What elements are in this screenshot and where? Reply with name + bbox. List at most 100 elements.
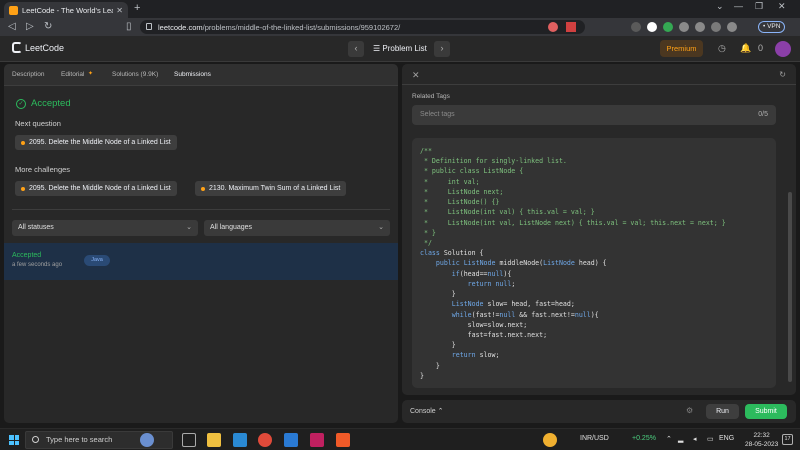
close-window-icon[interactable]: ✕	[778, 1, 786, 12]
code-line: * ListNode(int val, ListNode next) { thi…	[420, 218, 726, 227]
code-line: }	[420, 341, 456, 350]
address-bar[interactable]: leetcode.com/problems/middle-of-the-link…	[140, 20, 585, 34]
windows-start-icon[interactable]	[9, 435, 19, 445]
code-line: slow=slow.next;	[420, 320, 528, 329]
tab-solutions[interactable]: Solutions (9.9K)	[112, 71, 158, 78]
close-icon[interactable]: ✕	[412, 70, 420, 81]
browser-tab[interactable]: LeetCode - The World's Leading O ✕	[4, 2, 128, 18]
tags-select[interactable]: Select tags 0/5	[412, 105, 776, 125]
difficulty-dot-icon	[21, 140, 25, 145]
vpn-button[interactable]: • VPN	[758, 21, 786, 33]
console-label: Console	[410, 408, 436, 415]
code-line: * ListNode next;	[420, 187, 504, 196]
back-icon[interactable]: ◁	[8, 21, 16, 32]
close-tab-icon[interactable]: ✕	[116, 6, 123, 15]
volume-icon[interactable]: ◂	[693, 435, 697, 443]
minimize-icon[interactable]: —	[734, 1, 743, 11]
clock-time: 22:32	[753, 432, 770, 439]
restore-icon[interactable]: ❐	[755, 1, 763, 12]
refresh-icon[interactable]: ↻	[779, 70, 786, 79]
code-line: * int val;	[420, 177, 480, 186]
next-question-chip[interactable]: 2095. Delete the Middle Node of a Linked…	[15, 135, 177, 150]
status-heading: ✓ Accepted	[16, 98, 71, 109]
language-filter-value: All languages	[210, 224, 253, 231]
tray-chevron-icon[interactable]: ⌃	[666, 435, 672, 443]
problem-list-link[interactable]: ☰ Problem List	[373, 44, 427, 53]
reload-icon[interactable]: ↻	[44, 21, 52, 32]
settings-icon[interactable]: ⚙	[686, 406, 693, 415]
vscode-icon[interactable]	[284, 433, 298, 447]
clock-date: 28-05-2023	[745, 441, 779, 448]
code-line: * ListNode(int val) { this.val = val; }	[420, 208, 595, 217]
challenge-title: 2130. Maximum Twin Sum of a Linked List	[209, 185, 341, 192]
prev-problem-button[interactable]: ‹	[348, 41, 364, 57]
right-panel: ✕ ↻ Related Tags Select tags 0/5 /** * D…	[402, 64, 796, 395]
weather-icon[interactable]	[543, 433, 557, 447]
file-explorer-icon[interactable]	[207, 433, 221, 447]
menu-icon[interactable]	[727, 22, 737, 32]
table-row[interactable]: Accepted a few seconds ago Java	[4, 243, 398, 280]
streak-count[interactable]: 0	[758, 43, 763, 53]
tags-placeholder: Select tags	[420, 111, 455, 118]
new-tab-button[interactable]: +	[134, 2, 140, 14]
run-button[interactable]: Run	[706, 404, 739, 419]
brave-shields-icon[interactable]	[548, 22, 558, 32]
chevron-down-icon[interactable]: ⌄	[716, 1, 724, 12]
intellij-icon[interactable]	[310, 433, 324, 447]
clock-icon[interactable]: ◷	[718, 43, 726, 54]
task-view-icon[interactable]	[182, 433, 196, 447]
code-viewer[interactable]: /** * Definition for singly-linked list.…	[412, 138, 776, 388]
network-icon[interactable]: ▂	[678, 435, 683, 443]
battery-icon[interactable]: ▭	[707, 435, 714, 443]
sidebar-icon[interactable]	[695, 22, 705, 32]
language-filter-select[interactable]: All languages ⌄	[204, 220, 390, 236]
code-line: return slow;	[451, 351, 500, 360]
leetcode-favicon-icon	[9, 5, 18, 15]
language-indicator[interactable]: ENG	[719, 435, 734, 442]
divider	[12, 209, 390, 210]
tab-editorial[interactable]: Editorial	[61, 71, 84, 78]
browser-tab-strip: LeetCode - The World's Leading O ✕ + ⌄ —…	[0, 0, 800, 18]
submit-button[interactable]: Submit	[745, 404, 787, 419]
clock[interactable]: 22:32 28-05-2023	[745, 431, 778, 449]
extension-icon[interactable]	[631, 22, 641, 32]
code-line: * Definition for singly-linked list.	[420, 157, 567, 166]
status-filter-select[interactable]: All statuses ⌄	[12, 220, 198, 236]
tab-description[interactable]: Description	[12, 71, 45, 78]
grammarly-icon[interactable]	[663, 22, 673, 32]
bookmark-icon[interactable]: ▯	[126, 21, 132, 32]
code-line: /**	[420, 147, 432, 155]
next-problem-button[interactable]: ›	[434, 41, 450, 57]
notifications-icon[interactable]: 🔔	[740, 43, 751, 54]
chrome-icon[interactable]	[258, 433, 272, 447]
console-toggle[interactable]: Console ⌃	[410, 407, 444, 415]
code-line: }	[420, 361, 440, 370]
tab-submissions[interactable]: Submissions	[174, 71, 211, 78]
lock-icon	[146, 23, 152, 30]
challenge-chip[interactable]: 2130. Maximum Twin Sum of a Linked List	[195, 181, 347, 196]
puzzle-icon[interactable]	[679, 22, 689, 32]
next-question-label: Next question	[15, 119, 61, 128]
code-line: }	[420, 290, 456, 299]
premium-button[interactable]: Premium	[660, 40, 703, 57]
windows-taskbar: Type here to search INR/USD +0.25% ⌃ ▂ ◂…	[0, 428, 800, 450]
leetcode-header: LeetCode ‹ ☰ Problem List › Premium ◷ 🔔 …	[0, 36, 800, 62]
notification-count[interactable]: 17	[782, 434, 793, 445]
forward-icon[interactable]: ▷	[26, 21, 34, 32]
challenge-chip[interactable]: 2095. Delete the Middle Node of a Linked…	[15, 181, 177, 196]
brave-rewards-icon[interactable]	[566, 22, 576, 32]
profile-f-icon[interactable]	[647, 22, 657, 32]
search-highlight-icon[interactable]	[140, 433, 154, 447]
scrollbar[interactable]	[788, 192, 792, 382]
tags-count: 0/5	[758, 111, 768, 118]
console-bar: Console ⌃ ⚙ Run Submit	[402, 400, 796, 423]
code-line: }	[420, 371, 424, 380]
wallet-icon[interactable]	[711, 22, 721, 32]
brave-icon[interactable]	[336, 433, 350, 447]
leetcode-logo[interactable]: LeetCode	[12, 42, 64, 53]
difficulty-dot-icon	[201, 186, 205, 191]
avatar[interactable]	[775, 41, 791, 57]
status-filter-value: All statuses	[18, 224, 54, 231]
store-icon[interactable]	[233, 433, 247, 447]
browser-tab-title: LeetCode - The World's Leading O	[22, 5, 114, 15]
